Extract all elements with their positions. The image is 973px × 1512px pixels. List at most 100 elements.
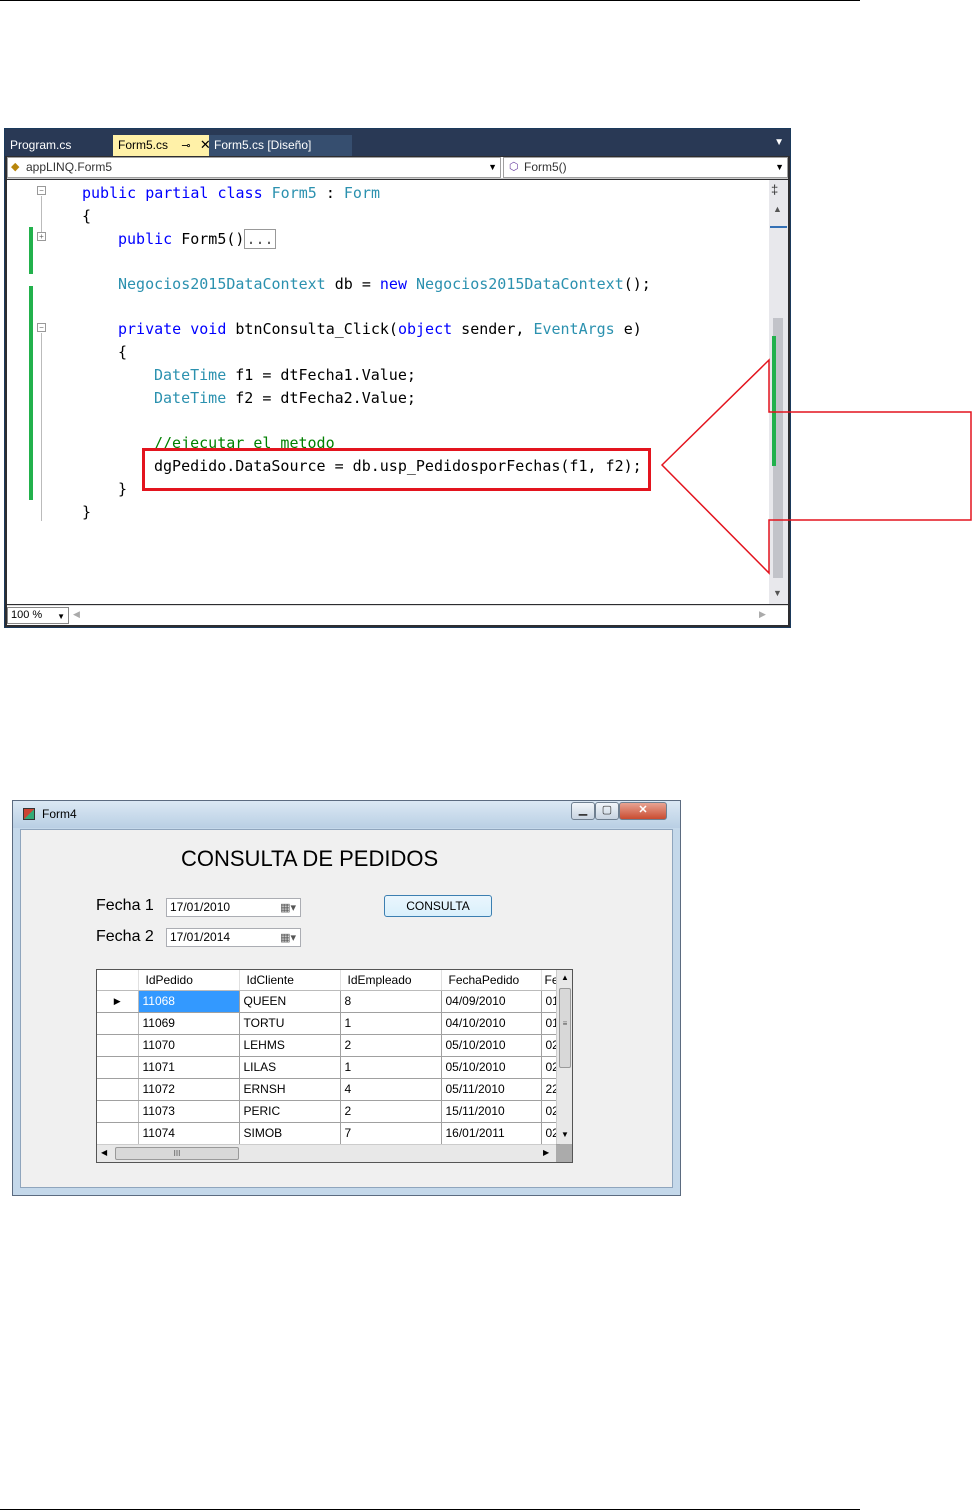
table-row[interactable]: 11074 SIMOB 7 16/01/2011 02 (97, 1122, 560, 1145)
row-header-corner (97, 970, 139, 991)
zoom-dropdown[interactable]: 100 % ▼ (7, 607, 69, 624)
column-header[interactable]: FechaPedido (441, 970, 542, 991)
fecha2-datepicker[interactable]: 17/01/2014 ▦▾ (166, 928, 301, 947)
vertical-scrollbar[interactable]: ‡ ▲ ▼ (769, 180, 788, 604)
chevron-down-icon[interactable]: ▼ (488, 158, 497, 177)
scroll-thumb[interactable]: ≡ (559, 988, 571, 1068)
table-cell[interactable]: 16/01/2011 (441, 1122, 542, 1145)
grid-horizontal-scrollbar[interactable]: ◀ III ▶ (97, 1144, 556, 1162)
table-row[interactable]: ▶ 11068 QUEEN 8 04/09/2010 01 (97, 990, 560, 1013)
scroll-left-icon[interactable]: ◀ (73, 609, 80, 620)
keyword: public partial class (82, 184, 272, 202)
minimize-button[interactable]: ▁ (571, 802, 595, 820)
column-header[interactable]: IdEmpleado (340, 970, 442, 991)
table-cell[interactable]: 8 (340, 990, 442, 1013)
table-row[interactable]: 11070 LEHMS 2 05/10/2010 02 (97, 1034, 560, 1057)
table-cell[interactable]: 05/10/2010 (441, 1034, 542, 1057)
collapsed-region[interactable]: ... (244, 229, 276, 249)
row-header[interactable]: ▶ (97, 990, 139, 1013)
calendar-dropdown-icon[interactable]: ▦▾ (280, 900, 296, 917)
code-area[interactable]: − + − public partial class Form5 : Form … (7, 180, 769, 604)
table-cell[interactable]: 2 (340, 1100, 442, 1123)
scroll-up-icon[interactable]: ▲ (773, 204, 782, 214)
table-cell[interactable]: TORTU (239, 1012, 341, 1035)
table-cell[interactable]: 1 (340, 1012, 442, 1035)
close-button[interactable]: ✕ (619, 802, 667, 820)
table-cell[interactable]: ERNSH (239, 1078, 341, 1101)
code-editor-window: Program.cs Form5.cs ⊸ ✕ Form5.cs [Diseño… (4, 128, 791, 628)
scroll-left-icon[interactable]: ◀ (101, 1148, 107, 1157)
member-name: btnConsulta_Click( (235, 320, 398, 338)
table-cell[interactable]: QUEEN (239, 990, 341, 1013)
collapse-icon[interactable]: − (37, 186, 46, 195)
grid-vertical-scrollbar[interactable]: ▲ ≡ ▼ (556, 970, 572, 1144)
tab-form5-cs[interactable]: Form5.cs ⊸ ✕ (113, 135, 211, 156)
code-line-12: } (82, 503, 92, 521)
table-cell[interactable]: 11072 (138, 1078, 240, 1101)
chevron-down-icon[interactable]: ▼ (775, 158, 784, 177)
row-header[interactable] (97, 1122, 139, 1145)
bottom-page-rule (0, 1509, 860, 1510)
table-cell[interactable]: 7 (340, 1122, 442, 1145)
keyword: object (397, 320, 453, 338)
row-header[interactable] (97, 1012, 139, 1035)
tab-form5-designer[interactable]: Form5.cs [Diseño] (209, 135, 352, 156)
scroll-up-icon[interactable]: ▲ (561, 973, 569, 982)
tab-program-cs[interactable]: Program.cs (5, 135, 111, 156)
table-row[interactable]: 11072 ERNSH 4 05/11/2010 22 (97, 1078, 560, 1101)
calendar-dropdown-icon[interactable]: ▦▾ (280, 930, 296, 947)
table-cell[interactable]: SIMOB (239, 1122, 341, 1145)
type-name: Negocios2015DataContext (416, 275, 624, 293)
type-name: Negocios2015DataContext (118, 275, 326, 293)
expand-icon[interactable]: + (37, 232, 46, 241)
maximize-button[interactable]: ▢ (595, 802, 619, 820)
table-cell[interactable]: 11071 (138, 1056, 240, 1079)
column-header[interactable]: IdPedido (138, 970, 240, 991)
table-cell[interactable]: PERIC (239, 1100, 341, 1123)
row-header[interactable] (97, 1034, 139, 1057)
table-cell[interactable]: LEHMS (239, 1034, 341, 1057)
table-cell[interactable]: 4 (340, 1078, 442, 1101)
scroll-thumb[interactable]: III (115, 1147, 239, 1160)
row-header[interactable] (97, 1078, 139, 1101)
app-icon (23, 808, 35, 820)
window-title-bar[interactable]: Form4 ▁ ▢ ✕ (13, 801, 680, 828)
table-row[interactable]: 11071 LILAS 1 05/10/2010 02 (97, 1056, 560, 1079)
table-cell[interactable]: 11074 (138, 1122, 240, 1145)
orders-datagrid[interactable]: IdPedido IdCliente IdEmpleado FechaPedid… (96, 969, 573, 1163)
fecha1-datepicker[interactable]: 17/01/2010 ▦▾ (166, 898, 301, 917)
table-cell[interactable]: 11069 (138, 1012, 240, 1035)
column-header[interactable]: IdCliente (239, 970, 341, 991)
table-cell[interactable]: 2 (340, 1034, 442, 1057)
table-cell[interactable]: LILAS (239, 1056, 341, 1079)
collapse-icon[interactable]: − (37, 323, 46, 332)
splitter-icon[interactable]: ‡ (771, 182, 778, 197)
table-row[interactable]: 11069 TORTU 1 04/10/2010 01 (97, 1012, 560, 1035)
table-cell[interactable]: 1 (340, 1056, 442, 1079)
pin-icon[interactable]: ⊸ (181, 140, 190, 152)
chevron-down-icon[interactable]: ▼ (57, 609, 65, 624)
scroll-right-icon[interactable]: ▶ (759, 609, 766, 620)
fecha1-value: 17/01/2010 (170, 900, 231, 914)
table-cell[interactable]: 11068 (138, 990, 240, 1013)
code-line-2: { (82, 207, 92, 225)
form-client-area: CONSULTA DE PEDIDOS Fecha 1 17/01/2010 ▦… (20, 829, 673, 1188)
row-header[interactable] (97, 1100, 139, 1123)
table-cell[interactable]: 15/11/2010 (441, 1100, 542, 1123)
table-cell[interactable]: 04/09/2010 (441, 990, 542, 1013)
type-dropdown[interactable]: ◆ appLINQ.Form5 ▼ (7, 157, 501, 178)
row-header[interactable] (97, 1056, 139, 1079)
tab-label: Program.cs (10, 138, 72, 152)
scroll-right-icon[interactable]: ▶ (543, 1148, 549, 1157)
table-cell[interactable]: 11073 (138, 1100, 240, 1123)
table-row[interactable]: 11073 PERIC 2 15/11/2010 02 (97, 1100, 560, 1123)
consulta-button[interactable]: CONSULTA (384, 895, 492, 917)
table-cell[interactable]: 05/10/2010 (441, 1056, 542, 1079)
table-cell[interactable]: 04/10/2010 (441, 1012, 542, 1035)
tab-list-dropdown-icon[interactable]: ▼ (774, 137, 784, 148)
scroll-down-icon[interactable]: ▼ (561, 1130, 569, 1139)
member-dropdown[interactable]: ⬡ Form5() ▼ (503, 157, 788, 178)
table-cell[interactable]: 05/11/2010 (441, 1078, 542, 1101)
scroll-down-icon[interactable]: ▼ (773, 588, 782, 598)
table-cell[interactable]: 11070 (138, 1034, 240, 1057)
